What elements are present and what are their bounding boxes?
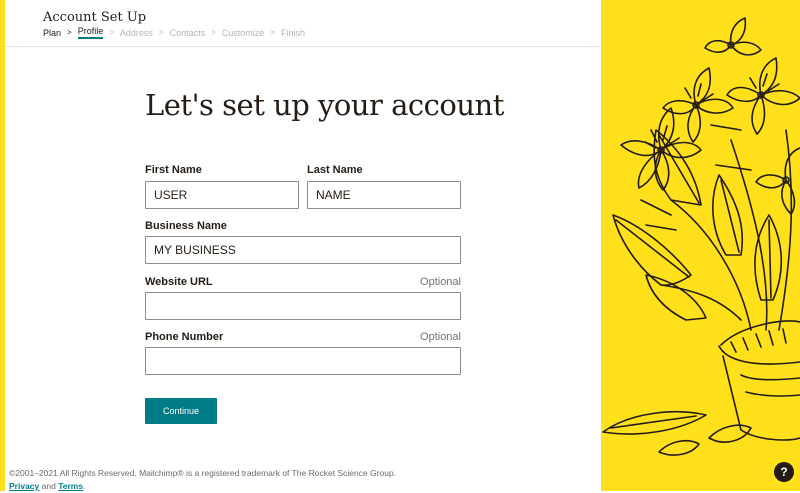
footer-period: .	[83, 481, 86, 491]
terms-link[interactable]: Terms	[58, 481, 83, 491]
website-url-field[interactable]	[145, 292, 461, 320]
phone-number-optional: Optional	[420, 331, 461, 343]
first-name-label: First Name	[145, 164, 202, 176]
business-name-label: Business Name	[145, 220, 227, 232]
page-title: Account Set Up	[43, 10, 147, 25]
step-address: Address	[119, 27, 153, 38]
chevron-right-icon: >	[109, 28, 114, 37]
footer: ©2001–2021 All Rights Reserved. Mailchim…	[9, 467, 396, 493]
copyright-text: ©2001–2021 All Rights Reserved. Mailchim…	[9, 468, 397, 478]
website-url-optional: Optional	[420, 276, 461, 288]
form-heading: Let's set up your account	[145, 88, 504, 122]
chevron-right-icon: >	[67, 28, 72, 37]
step-finish: Finish	[280, 27, 305, 38]
plant-illustration	[601, 0, 800, 491]
step-profile[interactable]: Profile	[77, 26, 104, 39]
chevron-right-icon: >	[211, 28, 216, 37]
header: Account Set Up Plan > Profile > Address …	[5, 0, 601, 47]
step-plan[interactable]: Plan	[43, 28, 61, 38]
last-name-label: Last Name	[307, 164, 363, 176]
first-name-field[interactable]	[145, 181, 299, 209]
breadcrumb: Plan > Profile > Address > Contacts > Cu…	[43, 26, 305, 39]
main-panel: Account Set Up Plan > Profile > Address …	[5, 0, 601, 491]
business-name-field[interactable]	[145, 236, 461, 264]
and-text: and	[41, 481, 56, 491]
step-contacts: Contacts	[169, 27, 206, 38]
legal-links: Privacy and Terms.	[9, 480, 396, 493]
phone-number-field[interactable]	[145, 347, 461, 375]
question-mark-icon: ?	[780, 465, 788, 479]
chevron-right-icon: >	[270, 28, 275, 37]
phone-number-label: Phone Number	[145, 331, 224, 343]
step-customize: Customize	[221, 27, 265, 38]
help-button[interactable]: ?	[774, 462, 794, 482]
privacy-link[interactable]: Privacy	[9, 481, 39, 491]
continue-button[interactable]: Continue	[145, 398, 217, 424]
chevron-right-icon: >	[158, 28, 164, 37]
last-name-field[interactable]	[307, 181, 461, 209]
website-url-label: Website URL	[145, 276, 213, 288]
